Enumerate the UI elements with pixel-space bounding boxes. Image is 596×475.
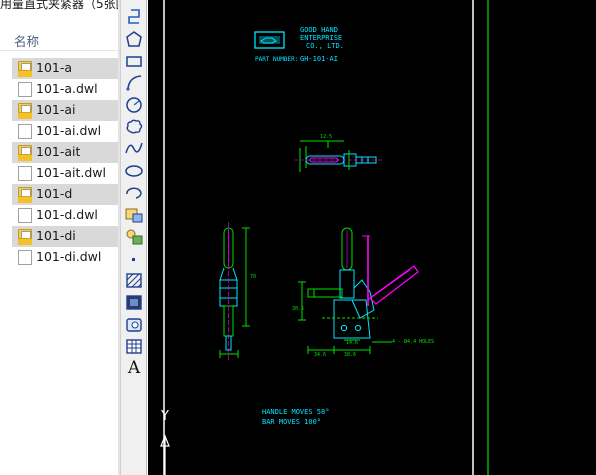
revision-cloud-icon[interactable] (123, 116, 145, 137)
polygon-icon[interactable] (123, 29, 145, 50)
dim-side-height-label: 70 (250, 274, 257, 280)
company-logo (254, 31, 285, 49)
ellipse-arc-icon[interactable] (123, 182, 145, 203)
make-block-icon[interactable] (123, 226, 145, 247)
folder-row[interactable]: 101-ait (12, 142, 118, 163)
folder-row[interactable]: 101-a (12, 58, 118, 79)
top-view (294, 140, 382, 172)
document-icon (18, 250, 32, 265)
file-name-label: 101-d.dwl (36, 207, 98, 222)
file-name-label: 101-ait (36, 144, 81, 159)
file-explorer-pane: 用量直式夹紧器（5张图 名称 101-a 101-a.dwl 101-ai 101-a… (0, 0, 118, 475)
circle-icon[interactable] (123, 94, 145, 115)
text-tool-label: A (127, 358, 141, 378)
column-header-label: 名称 (14, 34, 40, 49)
spline-icon[interactable] (123, 138, 145, 159)
front-view (298, 227, 419, 354)
file-name-label: 101-ait.dwl (36, 165, 107, 180)
folder-icon (18, 145, 32, 161)
side-view (219, 222, 250, 360)
ellipse-icon[interactable] (123, 160, 145, 181)
file-name-label: 101-a (36, 60, 73, 75)
dim-bottom-c-label: 14.6 (346, 340, 359, 346)
insert-block-icon[interactable] (123, 204, 145, 225)
company-name-line2: ENTERPRISE (300, 34, 343, 42)
folder-row[interactable]: 101-d (12, 184, 118, 205)
region-icon[interactable] (123, 314, 145, 335)
folder-icon (18, 229, 32, 245)
file-row[interactable]: 101-di.dwl (12, 247, 118, 268)
file-name-label: 101-di (36, 228, 76, 243)
point-icon[interactable] (123, 249, 145, 270)
dim-top-label: 12.5 (320, 134, 333, 140)
folder-icon (18, 103, 32, 119)
hatch-icon[interactable] (123, 270, 145, 291)
draw-toolbar: A (120, 0, 147, 475)
file-list: 101-a 101-a.dwl 101-ai 101-ai.dwl 101-ait 101… (12, 58, 118, 268)
rectangle-icon[interactable] (123, 51, 145, 72)
dim-hole-note: 4 - Ø4.4 HOLES (392, 339, 435, 345)
company-name-line1: GOOD HAND (300, 26, 338, 34)
ucs-y-label: Y (161, 409, 169, 424)
folder-row[interactable]: 101-di (12, 226, 118, 247)
file-name-label: 101-ai (36, 102, 76, 117)
file-name-label: 101-ai.dwl (36, 123, 102, 138)
file-name-label: 101-di.dwl (36, 249, 102, 264)
ucs-icon (160, 434, 170, 475)
multiline-text-icon[interactable]: A (123, 358, 145, 379)
dim-front-left-label: 30.5 (292, 306, 305, 312)
folder-icon (18, 187, 32, 203)
polyline-icon[interactable] (123, 6, 145, 27)
gradient-icon[interactable] (123, 292, 145, 313)
part-number-value: GH-101-AI (300, 55, 338, 63)
drawing-canvas[interactable]: GOOD HAND ENTERPRISE CO., LTD. PART NUMB… (148, 0, 596, 475)
company-name-line3: CO., LTD. (306, 42, 344, 50)
cad-drawing (160, 0, 489, 475)
document-icon (18, 124, 32, 139)
arc-icon[interactable] (123, 72, 145, 93)
note-handle-moves: HANDLE MOVES 58° (262, 408, 330, 416)
folder-icon (18, 61, 32, 77)
file-name-label: 101-a.dwl (36, 81, 98, 96)
part-number-label: PART NUMBER: (255, 56, 299, 63)
folder-row[interactable]: 101-ai (12, 100, 118, 121)
file-row[interactable]: 101-a.dwl (12, 79, 118, 100)
dim-bottom-b-label: 38.6 (344, 352, 357, 358)
table-icon[interactable] (123, 336, 145, 357)
document-icon (18, 166, 32, 181)
file-name-label: 101-d (36, 186, 73, 201)
document-icon (18, 208, 32, 223)
column-header-name[interactable]: 名称 (0, 27, 118, 51)
window-title: 用量直式夹紧器（5张图 (0, 0, 118, 11)
note-bar-moves: BAR MOVES 100° (262, 418, 322, 426)
file-row[interactable]: 101-ait.dwl (12, 163, 118, 184)
document-icon (18, 82, 32, 97)
dim-bottom-a-label: 34.6 (314, 352, 327, 358)
file-row[interactable]: 101-d.dwl (12, 205, 118, 226)
file-row[interactable]: 101-ai.dwl (12, 121, 118, 142)
